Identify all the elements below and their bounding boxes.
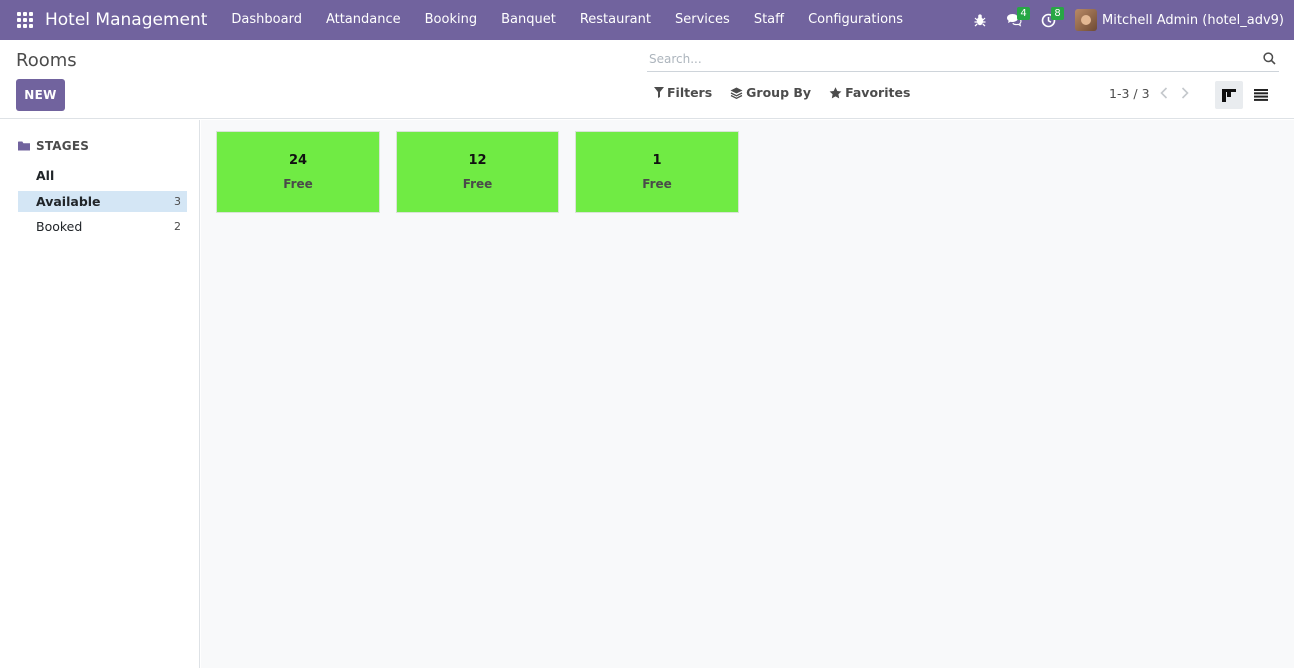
search-options: Filters Group By Favorites (654, 85, 928, 100)
search-panel-sidebar: STAGES All Available 3 Booked 2 (0, 120, 200, 668)
pager-value[interactable]: 1-3 / 3 (1109, 86, 1150, 101)
kanban-view: 24 Free 12 Free 1 Free (201, 120, 1294, 668)
control-panel: Rooms NEW Filters Group By (0, 40, 1294, 119)
menu-item-dashboard[interactable]: Dashboard (219, 0, 314, 40)
filters-button[interactable]: Filters (654, 85, 712, 100)
top-navbar: Hotel Management Dashboard Attandance Bo… (0, 0, 1294, 40)
menu-item-configurations[interactable]: Configurations (796, 0, 915, 40)
filter-icon (654, 87, 664, 98)
search-input[interactable] (647, 46, 1259, 71)
filters-label: Filters (667, 85, 713, 100)
group-by-label: Group By (746, 85, 812, 100)
folder-icon (18, 141, 30, 151)
list-view-icon[interactable] (1247, 81, 1275, 109)
search-icon[interactable] (1259, 47, 1279, 71)
menu-item-banquet[interactable]: Banquet (489, 0, 568, 40)
stage-item-count: 2 (174, 220, 181, 233)
room-card[interactable]: 1 Free (575, 131, 739, 213)
stage-item-label: Booked (36, 219, 83, 234)
activities-clock-icon[interactable]: 8 (1037, 0, 1065, 40)
favorites-button[interactable]: Favorites (829, 85, 910, 100)
stages-header-label: STAGES (36, 139, 90, 153)
layers-icon (730, 87, 743, 99)
room-status: Free (283, 177, 313, 191)
menu-item-restaurant[interactable]: Restaurant (568, 0, 663, 40)
pager-next-icon[interactable] (1178, 85, 1192, 101)
app-brand[interactable]: Hotel Management (45, 10, 207, 30)
page-title: Rooms (16, 50, 77, 71)
stage-item-count: 3 (174, 195, 181, 208)
new-button[interactable]: NEW (16, 79, 65, 111)
user-avatar[interactable] (1075, 9, 1098, 31)
room-card[interactable]: 24 Free (216, 131, 380, 213)
favorites-label: Favorites (845, 85, 911, 100)
room-card[interactable]: 12 Free (396, 131, 559, 213)
stage-item-label: All (36, 168, 55, 183)
messages-count-badge: 4 (1017, 7, 1031, 20)
stages-header: STAGES (18, 139, 89, 153)
messages-chat-icon[interactable]: 4 (1003, 0, 1031, 40)
navbar-systray: 4 8 Mitchell Admin (hotel_adv9) (957, 0, 1284, 40)
debug-bug-icon[interactable] (969, 0, 991, 40)
stage-item-available[interactable]: Available 3 (18, 191, 187, 212)
stage-item-label: Available (36, 194, 101, 209)
search-bar (647, 46, 1279, 72)
group-by-button[interactable]: Group By (730, 85, 811, 100)
room-number: 1 (652, 153, 662, 168)
activities-count-badge: 8 (1051, 7, 1065, 20)
menu-item-booking[interactable]: Booking (413, 0, 489, 40)
room-number: 12 (468, 153, 487, 168)
room-number: 24 (288, 153, 308, 168)
menu-item-attandance[interactable]: Attandance (314, 0, 413, 40)
room-status: Free (462, 177, 493, 191)
main-menu: Dashboard Attandance Booking Banquet Res… (219, 0, 915, 40)
apps-menu-icon[interactable] (17, 12, 33, 28)
pager-previous-icon[interactable] (1157, 85, 1171, 101)
star-icon (829, 86, 842, 98)
user-menu[interactable]: Mitchell Admin (hotel_adv9) (1102, 13, 1284, 28)
menu-item-services[interactable]: Services (663, 0, 742, 40)
kanban-view-icon[interactable] (1215, 81, 1243, 109)
stage-item-all[interactable]: All (18, 165, 187, 186)
menu-item-staff[interactable]: Staff (742, 0, 796, 40)
room-status: Free (642, 177, 672, 191)
stage-item-booked[interactable]: Booked 2 (18, 216, 187, 237)
